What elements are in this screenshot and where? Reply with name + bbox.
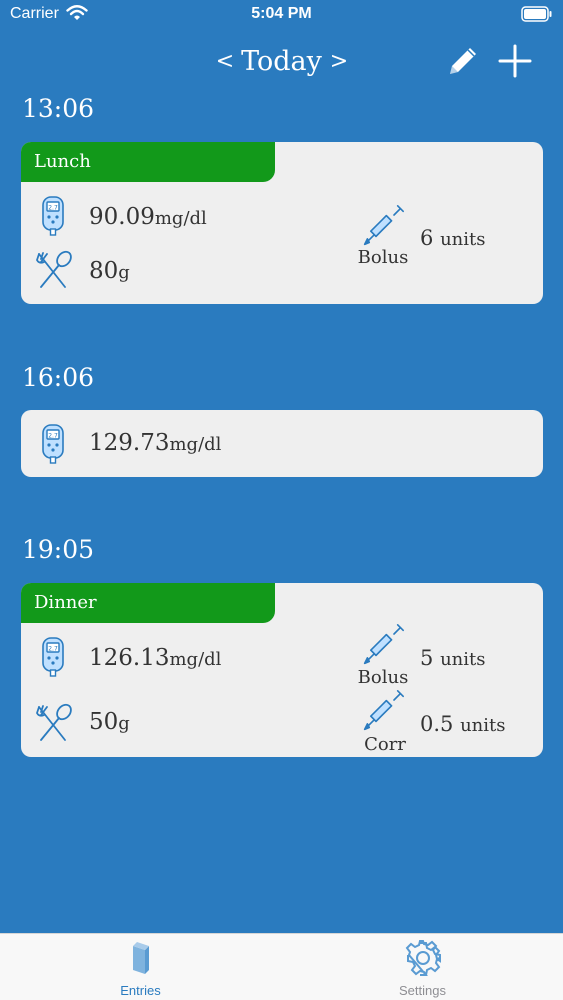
syringe-icon	[361, 623, 405, 667]
glucose-unit: mg/dl	[169, 649, 222, 670]
plus-icon	[498, 44, 532, 78]
insulin-reading: 6 units	[420, 226, 485, 250]
entry-card[interactable]: Lunch 90.09mg/dl 80g Bolus 6 units	[21, 142, 543, 304]
tab-label: Entries	[120, 983, 161, 998]
insulin-type-label: Bolus	[357, 667, 409, 688]
carbs-reading: 50g	[89, 709, 130, 735]
carbs-value: 80	[89, 258, 119, 284]
insulin-value: 6	[420, 226, 434, 250]
glucose-reading: 129.73mg/dl	[89, 430, 221, 456]
entry-card[interactable]: Dinner 126.13mg/dl 50g Bolus 5 units Cor…	[21, 583, 543, 757]
glucose-value: 90.09	[89, 204, 155, 230]
insulin-value: 0.5	[420, 712, 454, 736]
entry-time: 16:06	[22, 363, 95, 392]
glucose-value: 126.13	[89, 645, 170, 671]
fork-spoon-icon	[35, 250, 75, 290]
insulin-unit: units	[440, 229, 486, 250]
book-icon	[132, 942, 149, 974]
insulin-type-label: Bolus	[357, 247, 409, 268]
entry-time: 19:05	[22, 535, 95, 564]
status-bar: Carrier 5:04 PM	[0, 0, 563, 30]
glucose-meter-icon	[41, 196, 65, 236]
glucose-reading: 126.13mg/dl	[89, 645, 221, 671]
next-day-button[interactable]: >	[326, 40, 352, 84]
tab-settings[interactable]: Settings	[282, 934, 563, 1000]
carbs-unit: g	[118, 713, 130, 734]
insulin-value: 5	[420, 646, 434, 670]
edit-button[interactable]	[444, 42, 482, 80]
insulin-type-label: Corr	[364, 734, 406, 755]
glucose-value: 129.73	[89, 430, 170, 456]
insulin-reading: 5 units	[420, 646, 485, 670]
nav-header: < Today >	[0, 40, 563, 84]
tab-label: Settings	[399, 983, 446, 998]
entry-card[interactable]: 129.73mg/dl	[21, 410, 543, 477]
add-entry-button[interactable]	[496, 42, 534, 80]
carbs-value: 50	[89, 709, 119, 735]
glucose-unit: mg/dl	[154, 208, 207, 229]
entry-time: 13:06	[22, 94, 95, 123]
glucose-reading: 90.09mg/dl	[89, 204, 207, 230]
meal-tag: Lunch	[21, 142, 275, 182]
battery-icon	[521, 6, 552, 22]
glucose-unit: mg/dl	[169, 434, 222, 455]
syringe-icon	[361, 689, 405, 733]
status-time: 5:04 PM	[251, 5, 312, 22]
insulin-unit: units	[440, 649, 486, 670]
tab-entries[interactable]: Entries	[0, 934, 281, 1000]
glucose-meter-icon	[41, 637, 65, 677]
syringe-icon	[361, 204, 405, 248]
insulin-unit: units	[460, 715, 506, 736]
pencil-icon	[450, 48, 476, 74]
glucose-meter-icon	[41, 424, 65, 464]
fork-spoon-icon	[35, 703, 75, 743]
insulin-reading: 0.5 units	[420, 712, 506, 736]
carbs-reading: 80g	[89, 258, 130, 284]
carbs-unit: g	[118, 262, 130, 283]
meal-tag: Dinner	[21, 583, 275, 623]
tab-bar: Entries Settings	[0, 933, 563, 1000]
gear-icon	[405, 940, 441, 976]
